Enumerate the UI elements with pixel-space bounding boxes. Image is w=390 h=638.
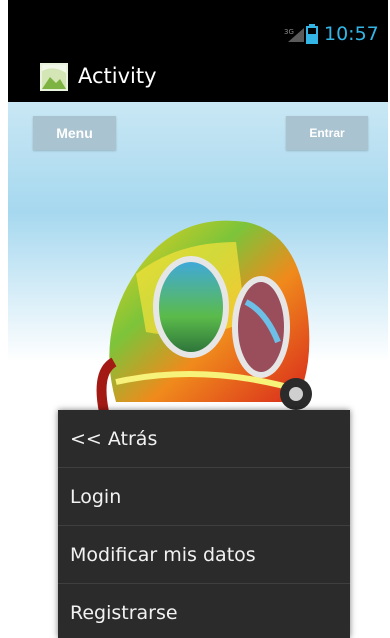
menu-button[interactable]: Menu bbox=[33, 116, 116, 150]
menu-item-register[interactable]: Registrarse bbox=[58, 584, 350, 638]
activity-content: Menu Entrar << Atrás Login Modificar mis… bbox=[8, 102, 388, 638]
network-type-label: 3G bbox=[284, 28, 294, 36]
context-menu: << Atrás Login Modificar mis datos Regis… bbox=[58, 410, 350, 638]
signal-icon: 3G bbox=[284, 28, 304, 42]
entrar-button[interactable]: Entrar bbox=[286, 116, 368, 150]
battery-icon bbox=[306, 24, 318, 44]
colorful-car-image bbox=[96, 220, 312, 413]
menu-item-modify-data[interactable]: Modificar mis datos bbox=[58, 526, 350, 584]
android-app-icon[interactable] bbox=[40, 63, 68, 91]
action-bar: Activity bbox=[8, 54, 388, 102]
status-clock: 10:57 bbox=[324, 23, 379, 45]
menu-item-login[interactable]: Login bbox=[58, 468, 350, 526]
status-bar: 3G 10:57 bbox=[8, 14, 388, 54]
phone-screen: 3G 10:57 Activity Menu Entrar << Atrás L… bbox=[8, 0, 388, 638]
app-title: Activity bbox=[78, 64, 157, 88]
menu-item-back[interactable]: << Atrás bbox=[58, 410, 350, 468]
